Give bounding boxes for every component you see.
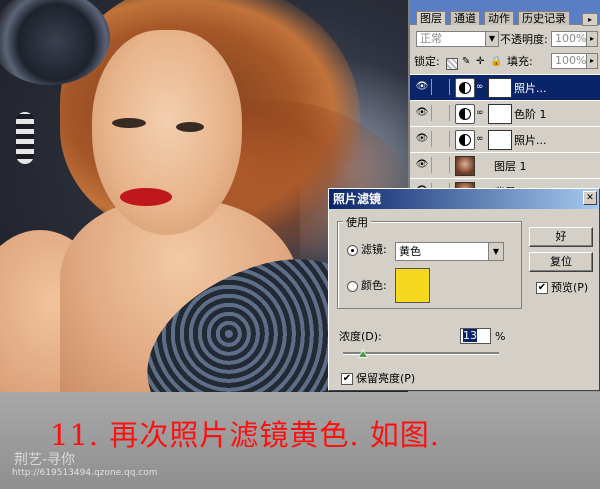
color-radio[interactable] xyxy=(347,281,358,292)
opacity-input[interactable]: 100% xyxy=(551,31,589,47)
chain-icon[interactable]: ∞ xyxy=(476,82,484,92)
layer-name: 色阶 1 xyxy=(514,108,547,121)
lock-all-icon[interactable]: 🔒 xyxy=(490,57,502,67)
layer-row-photo-filter-top[interactable]: 👁 ∞ 照片... xyxy=(410,74,600,101)
blend-row: 正常 ▼ 不透明度: 100% ▸ xyxy=(410,31,600,51)
density-unit: % xyxy=(495,330,506,343)
right-eye xyxy=(176,122,204,132)
color-radio-label: 颜色: xyxy=(361,279,387,292)
reset-button[interactable]: 复位 xyxy=(529,252,593,272)
checkmark-icon: ✔ xyxy=(342,373,352,384)
eye-icon[interactable]: 👁 xyxy=(413,157,432,173)
preview-label: 预览(P) xyxy=(551,281,589,294)
blend-mode-value: 正常 xyxy=(420,32,442,45)
opacity-arrow-icon: ▸ xyxy=(587,32,597,46)
photo-filter-dialog: 照片滤镜 ✕ 使用 滤镜: 黄色 ▼ 颜色: 好 复位 ✔ 预览(P) 浓度(D… xyxy=(328,188,600,391)
blend-mode-select[interactable]: 正常 ▼ xyxy=(416,31,499,47)
filter-value: 黄色 xyxy=(399,245,421,258)
fill-label: 填充: xyxy=(507,55,533,68)
lock-brush-icon[interactable]: ✎ xyxy=(462,57,472,67)
color-swatch[interactable] xyxy=(395,268,430,303)
layer-name: 照片... xyxy=(514,134,547,147)
layer-link-slot[interactable] xyxy=(433,131,450,147)
chain-icon[interactable]: ∞ xyxy=(476,134,484,144)
layer-link-slot[interactable] xyxy=(433,105,450,121)
adjustment-layer-icon xyxy=(455,130,475,150)
layer-row-levels[interactable]: 👁 ∞ 色阶 1 xyxy=(410,100,600,127)
layer-link-slot[interactable] xyxy=(433,157,450,173)
use-group-label: 使用 xyxy=(343,214,371,230)
lock-transparency-icon[interactable] xyxy=(446,58,458,70)
lock-label: 锁定: xyxy=(414,55,440,68)
layer-thumbnail xyxy=(455,156,475,176)
density-label: 浓度(D): xyxy=(339,330,382,343)
chain-icon[interactable]: ∞ xyxy=(476,108,484,118)
tab-actions[interactable]: 动作 xyxy=(484,11,514,25)
caption-strip: 11. 再次照片滤镜黄色. 如图. 荆艺-寻你 http://619513494… xyxy=(0,392,600,489)
layers-panel: 图层 通道 动作 历史记录 ▸ 正常 ▼ 不透明度: 100% ▸ 锁定: ✎ … xyxy=(408,0,600,188)
face xyxy=(92,30,242,235)
eye-icon[interactable]: 👁 xyxy=(413,79,432,95)
layer-mask-thumb[interactable] xyxy=(488,104,512,124)
adjustment-layer-icon xyxy=(455,104,475,124)
fill-dropdown[interactable]: ▸ xyxy=(586,53,598,69)
lock-row: 锁定: ✎ ✛ 🔒 填充: 100% ▸ xyxy=(410,53,600,73)
tab-channels[interactable]: 通道 xyxy=(450,11,480,25)
fill-input[interactable]: 100% xyxy=(551,53,589,69)
filter-radio[interactable] xyxy=(347,245,358,256)
ok-button[interactable]: 好 xyxy=(529,227,593,247)
dialog-title-bar[interactable]: 照片滤镜 xyxy=(329,189,599,209)
preserve-luminosity-label: 保留亮度(P) xyxy=(356,372,416,385)
filter-select[interactable]: 黄色 ▼ xyxy=(395,242,504,261)
eye-icon[interactable]: 👁 xyxy=(413,105,432,121)
lips xyxy=(120,188,172,206)
layers-panel-tabbar: 图层 通道 动作 历史记录 ▸ xyxy=(410,0,600,26)
eye-icon[interactable]: 👁 xyxy=(413,131,432,147)
checkmark-icon: ✔ xyxy=(537,282,547,293)
close-icon[interactable]: ✕ xyxy=(583,191,597,205)
preserve-luminosity-checkbox[interactable]: ✔ xyxy=(341,373,353,385)
opacity-dropdown[interactable]: ▸ xyxy=(586,31,598,47)
opacity-label: 不透明度: xyxy=(500,33,548,46)
caption-text: 11. 再次照片滤镜黄色. 如图. xyxy=(50,418,440,452)
filter-dropdown-icon: ▼ xyxy=(488,243,503,260)
lock-move-icon[interactable]: ✛ xyxy=(476,57,486,67)
panel-menu-arrow-icon[interactable]: ▸ xyxy=(582,13,598,26)
layer-link-slot[interactable] xyxy=(433,79,450,95)
dialog-title: 照片滤镜 xyxy=(333,192,382,206)
preview-checkbox[interactable]: ✔ xyxy=(536,282,548,294)
watermark-url: http://619513494.qzone.qq.com xyxy=(12,468,158,478)
layer-mask-thumb[interactable] xyxy=(488,78,512,98)
tab-history[interactable]: 历史记录 xyxy=(518,11,570,25)
filter-radio-label: 滤镜: xyxy=(361,243,387,256)
layer-row-photo-filter[interactable]: 👁 ∞ 照片... xyxy=(410,126,600,153)
density-slider-handle[interactable] xyxy=(358,349,369,358)
density-value: 13 xyxy=(463,329,477,342)
earring xyxy=(16,112,34,164)
layer-row-layer1[interactable]: 👁 图层 1 xyxy=(410,152,600,179)
layer-name: 图层 1 xyxy=(494,160,527,173)
blend-dropdown-icon: ▼ xyxy=(485,32,498,46)
density-input[interactable]: 13 xyxy=(460,328,491,344)
left-eye xyxy=(112,118,146,128)
opacity-value: 100% xyxy=(555,32,587,45)
adjustment-layer-icon xyxy=(455,78,475,98)
fill-arrow-icon: ▸ xyxy=(587,54,597,68)
watermark-name: 荆艺-寻你 xyxy=(14,452,76,468)
layer-row-background[interactable]: 👁 背景 xyxy=(410,178,600,188)
layer-name: 照片... xyxy=(514,82,547,95)
tab-layers[interactable]: 图层 xyxy=(416,11,446,25)
fill-value: 100% xyxy=(555,54,587,67)
layer-mask-thumb[interactable] xyxy=(488,130,512,150)
